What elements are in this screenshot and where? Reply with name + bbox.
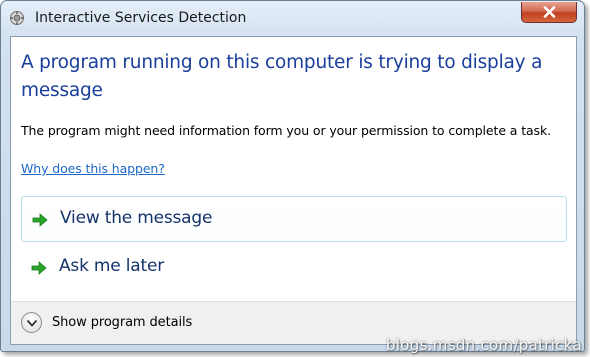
view-the-message-command[interactable]: View the message [21, 196, 567, 242]
dialog-content: A program running on this computer is tr… [10, 36, 577, 345]
title-bar[interactable]: Interactive Services Detection [1, 1, 584, 35]
dialog-window: Interactive Services Detection A program… [0, 0, 585, 352]
main-instruction: A program running on this computer is tr… [21, 52, 543, 101]
show-program-details-label: Show program details [52, 315, 193, 330]
close-button[interactable] [521, 2, 577, 23]
interactive-services-icon [9, 10, 25, 26]
watermark-text: blogs.msdn.com/patricka [386, 336, 582, 354]
screenshot-stage: Interactive Services Detection A program… [0, 0, 590, 357]
chevron-down-icon [21, 312, 42, 333]
ask-me-later-label: Ask me later [59, 256, 165, 276]
green-arrow-icon [32, 212, 48, 227]
green-arrow-icon [31, 260, 47, 275]
close-x-icon [543, 6, 556, 18]
content-text: The program might need information form … [21, 123, 551, 138]
ask-me-later-command[interactable]: Ask me later [21, 245, 567, 291]
window-title: Interactive Services Detection [35, 10, 247, 26]
why-does-this-happen-link[interactable]: Why does this happen? [21, 161, 165, 176]
view-the-message-label: View the message [60, 208, 213, 228]
